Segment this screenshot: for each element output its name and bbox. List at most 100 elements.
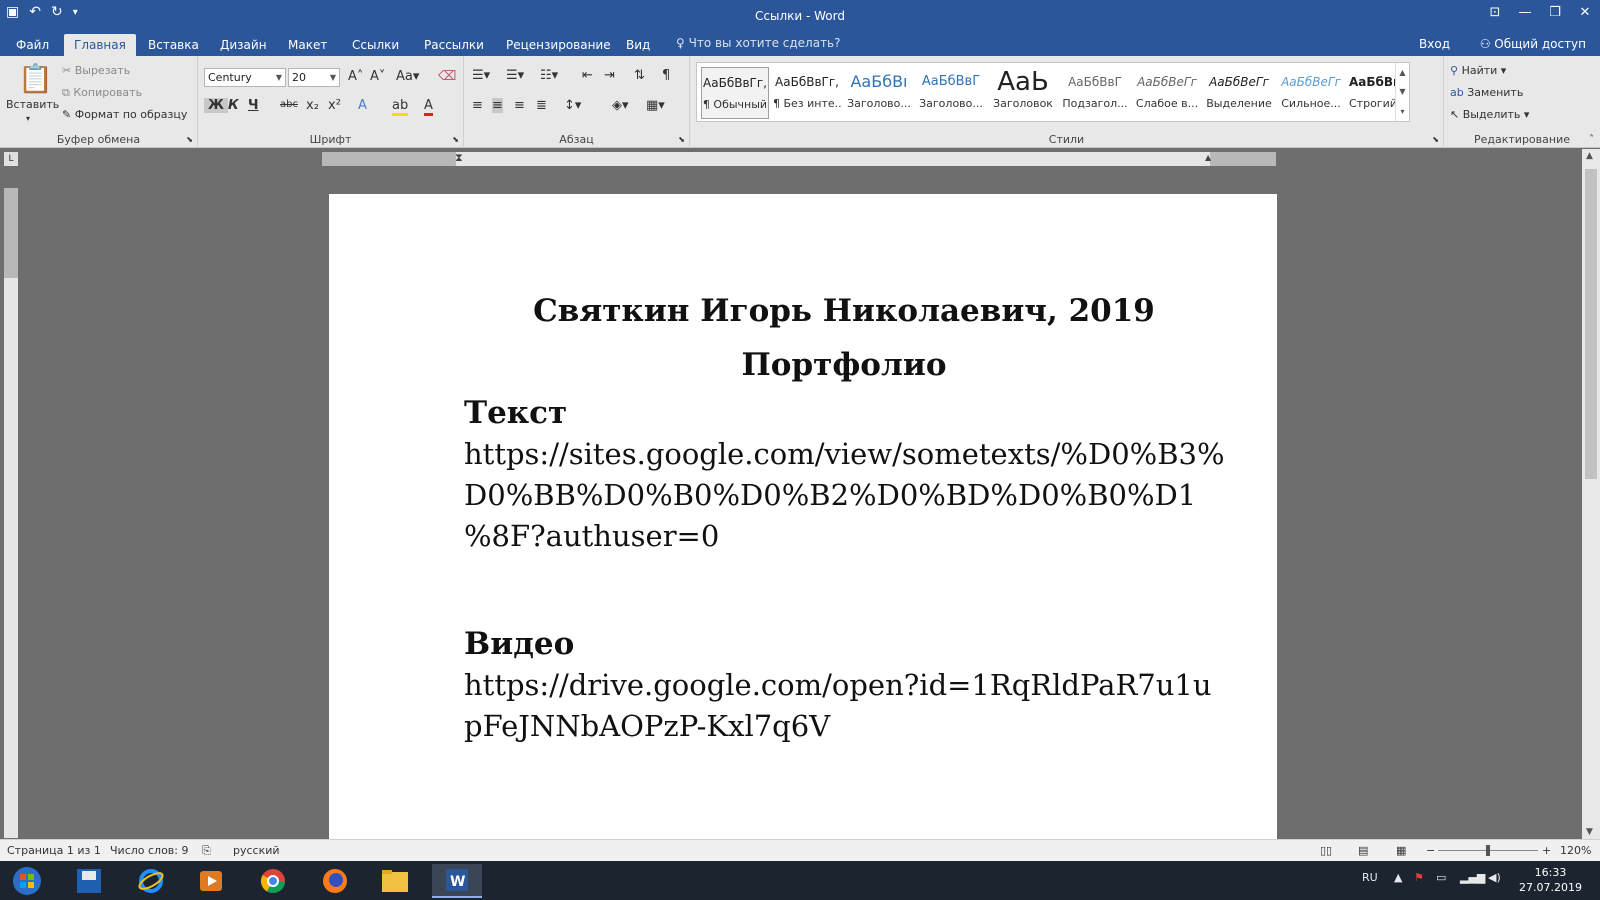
scroll-thumb[interactable]	[1585, 169, 1597, 479]
print-layout-icon[interactable]: ▤	[1358, 844, 1368, 857]
style-normal[interactable]: АаБбВвГг, ¶ Обычный	[701, 67, 769, 119]
ie-icon[interactable]	[126, 864, 176, 898]
proofing-icon[interactable]: ⎘	[202, 844, 211, 858]
text-link-line[interactable]: https://sites.google.com/view/sometexts/…	[464, 434, 1225, 475]
chevron-down-icon[interactable]: ▼	[1399, 87, 1405, 96]
read-mode-icon[interactable]: ▯▯	[1320, 844, 1332, 857]
superscript-button[interactable]: x²	[328, 98, 341, 113]
scroll-up-icon[interactable]: ▲	[1586, 151, 1593, 161]
tab-review[interactable]: Рецензирование	[496, 34, 621, 56]
firefox-icon[interactable]	[310, 864, 360, 898]
section-heading-text[interactable]: Текст	[464, 392, 1224, 434]
copy-button[interactable]: ⧉ Копировать	[62, 86, 142, 100]
restore-icon[interactable]: ❐	[1540, 0, 1570, 24]
style-title[interactable]: АаЬ Заголовок	[989, 67, 1057, 119]
justify-icon[interactable]: ≣	[536, 98, 547, 113]
minimize-icon[interactable]: —	[1510, 0, 1540, 24]
zoom-in-icon[interactable]: +	[1542, 844, 1551, 857]
word-taskbar-icon[interactable]: W	[432, 864, 482, 898]
style-strong[interactable]: АаБбВвГг, Строгий	[1349, 67, 1395, 119]
style-heading-1[interactable]: АаБбВı Заголово...	[845, 67, 913, 119]
strikethrough-button[interactable]: abc	[280, 99, 298, 110]
gallery-scroll[interactable]: ▲ ▼ ▾	[1395, 63, 1409, 121]
font-color-icon[interactable]: A	[424, 98, 433, 116]
tab-file[interactable]: Файл	[6, 34, 59, 56]
right-indent-marker-icon[interactable]: ▲	[1205, 153, 1211, 162]
page-count[interactable]: Страница 1 из 1	[7, 844, 101, 857]
ribbon-display-icon[interactable]: ⊡	[1480, 0, 1510, 24]
increase-indent-icon[interactable]: ⇥	[604, 68, 615, 83]
video-link-line[interactable]: pFeJNNbAOPzP-Kxl7q6V	[464, 706, 1224, 747]
language[interactable]: русский	[233, 844, 280, 857]
style-emphasis[interactable]: АаБбВеГг Выделение	[1205, 67, 1273, 119]
document-body[interactable]: Святкин Игорь Николаевич, 2019 Портфолио…	[464, 284, 1225, 747]
tray-chevron-icon[interactable]: ▲	[1394, 871, 1402, 884]
tab-references[interactable]: Ссылки	[342, 34, 409, 56]
word-count[interactable]: Число слов: 9	[110, 844, 189, 857]
scroll-down-icon[interactable]: ▼	[1586, 827, 1593, 837]
tell-me-box[interactable]: ♀ Что вы хотите сделать?	[676, 36, 841, 50]
zoom-level[interactable]: 120%	[1560, 844, 1591, 857]
align-right-icon[interactable]: ≡	[514, 98, 525, 113]
dialog-launcher-icon[interactable]: ⬊	[678, 135, 685, 144]
tab-selector[interactable]: L	[4, 152, 18, 166]
style-heading-2[interactable]: АаБбВвГ Заголово...	[917, 67, 985, 119]
chrome-icon[interactable]	[248, 864, 298, 898]
align-left-icon[interactable]: ≡	[472, 98, 483, 113]
multilevel-list-icon[interactable]: ☷▾	[540, 68, 558, 83]
share-button[interactable]: ⚇ Общий доступ	[1480, 37, 1586, 51]
tab-home[interactable]: Главная	[64, 34, 136, 56]
video-link-line[interactable]: https://drive.google.com/open?id=1RqRldP…	[464, 665, 1224, 706]
replace-button[interactable]: ab Заменить	[1450, 86, 1523, 99]
format-painter-button[interactable]: ✎ Формат по образцу	[62, 108, 187, 121]
web-layout-icon[interactable]: ▦	[1396, 844, 1406, 857]
dialog-launcher-icon[interactable]: ⬊	[452, 135, 459, 144]
subscript-button[interactable]: x₂	[306, 98, 319, 113]
volume-icon[interactable]: ◀)	[1488, 871, 1501, 884]
zoom-slider-thumb[interactable]	[1486, 845, 1490, 856]
style-intense-emphasis[interactable]: АаБбВеГг Сильное...	[1277, 67, 1345, 119]
save-app-icon[interactable]	[64, 864, 114, 898]
tab-design[interactable]: Дизайн	[210, 34, 277, 56]
dialog-launcher-icon[interactable]: ⬊	[1432, 135, 1439, 144]
indent-marker-icon[interactable]: ⧗	[455, 151, 463, 165]
tab-view[interactable]: Вид	[616, 34, 660, 56]
clock[interactable]: 16:33 27.07.2019	[1519, 865, 1582, 895]
style-no-spacing[interactable]: АаБбВвГг, ¶ Без инте...	[773, 67, 841, 119]
borders-icon[interactable]: ▦▾	[646, 98, 665, 113]
collapse-ribbon-icon[interactable]: ˄	[1589, 134, 1594, 145]
power-icon[interactable]: ▭	[1436, 871, 1446, 884]
font-name-combo[interactable]: Century ▼	[204, 68, 286, 87]
italic-button[interactable]: К	[228, 98, 239, 113]
signin-link[interactable]: Вход	[1419, 37, 1450, 51]
action-center-icon[interactable]: ⚑	[1414, 871, 1424, 884]
horizontal-ruler[interactable]: ⧗ ▲	[322, 151, 1276, 166]
text-link-line[interactable]: D0%BB%D0%B0%D0%B2%D0%BD%D0%B0%D1	[464, 475, 1224, 516]
clear-formatting-icon[interactable]: ⌫	[438, 69, 456, 84]
file-explorer-icon[interactable]	[370, 864, 420, 898]
media-player-icon[interactable]	[186, 864, 236, 898]
bold-button[interactable]: Ж	[204, 98, 228, 113]
more-icon[interactable]: ▾	[1400, 107, 1404, 116]
tab-layout[interactable]: Макет	[278, 34, 337, 56]
text-effects-icon[interactable]: A	[358, 98, 367, 113]
tab-mailings[interactable]: Рассылки	[414, 34, 494, 56]
cut-button[interactable]: ✂ Вырезать	[62, 64, 130, 77]
line-spacing-icon[interactable]: ↕▾	[564, 98, 581, 113]
start-button[interactable]	[2, 864, 52, 898]
style-subtitle[interactable]: АаБбВвГ Подзагол...	[1061, 67, 1129, 119]
select-button[interactable]: ↖ Выделить ▾	[1450, 108, 1529, 121]
dialog-launcher-icon[interactable]: ⬊	[186, 135, 193, 144]
chevron-up-icon[interactable]: ▲	[1399, 68, 1405, 77]
underline-button[interactable]: Ч	[248, 98, 259, 113]
paste-dropdown-icon[interactable]: ▾	[26, 114, 30, 123]
network-icon[interactable]: ▂▄▆	[1460, 871, 1485, 884]
numbering-icon[interactable]: ☰▾	[506, 68, 524, 83]
input-language[interactable]: RU	[1362, 871, 1378, 884]
text-link-line[interactable]: %8F?authuser=0	[464, 516, 1224, 557]
document-page[interactable]: Святкин Игорь Николаевич, 2019 Портфолио…	[329, 194, 1277, 839]
highlight-icon[interactable]: ab	[392, 98, 409, 116]
section-heading-video[interactable]: Видео	[464, 623, 1224, 665]
align-center-icon[interactable]: ≡	[492, 98, 503, 113]
paste-icon[interactable]: 📋	[18, 62, 53, 95]
